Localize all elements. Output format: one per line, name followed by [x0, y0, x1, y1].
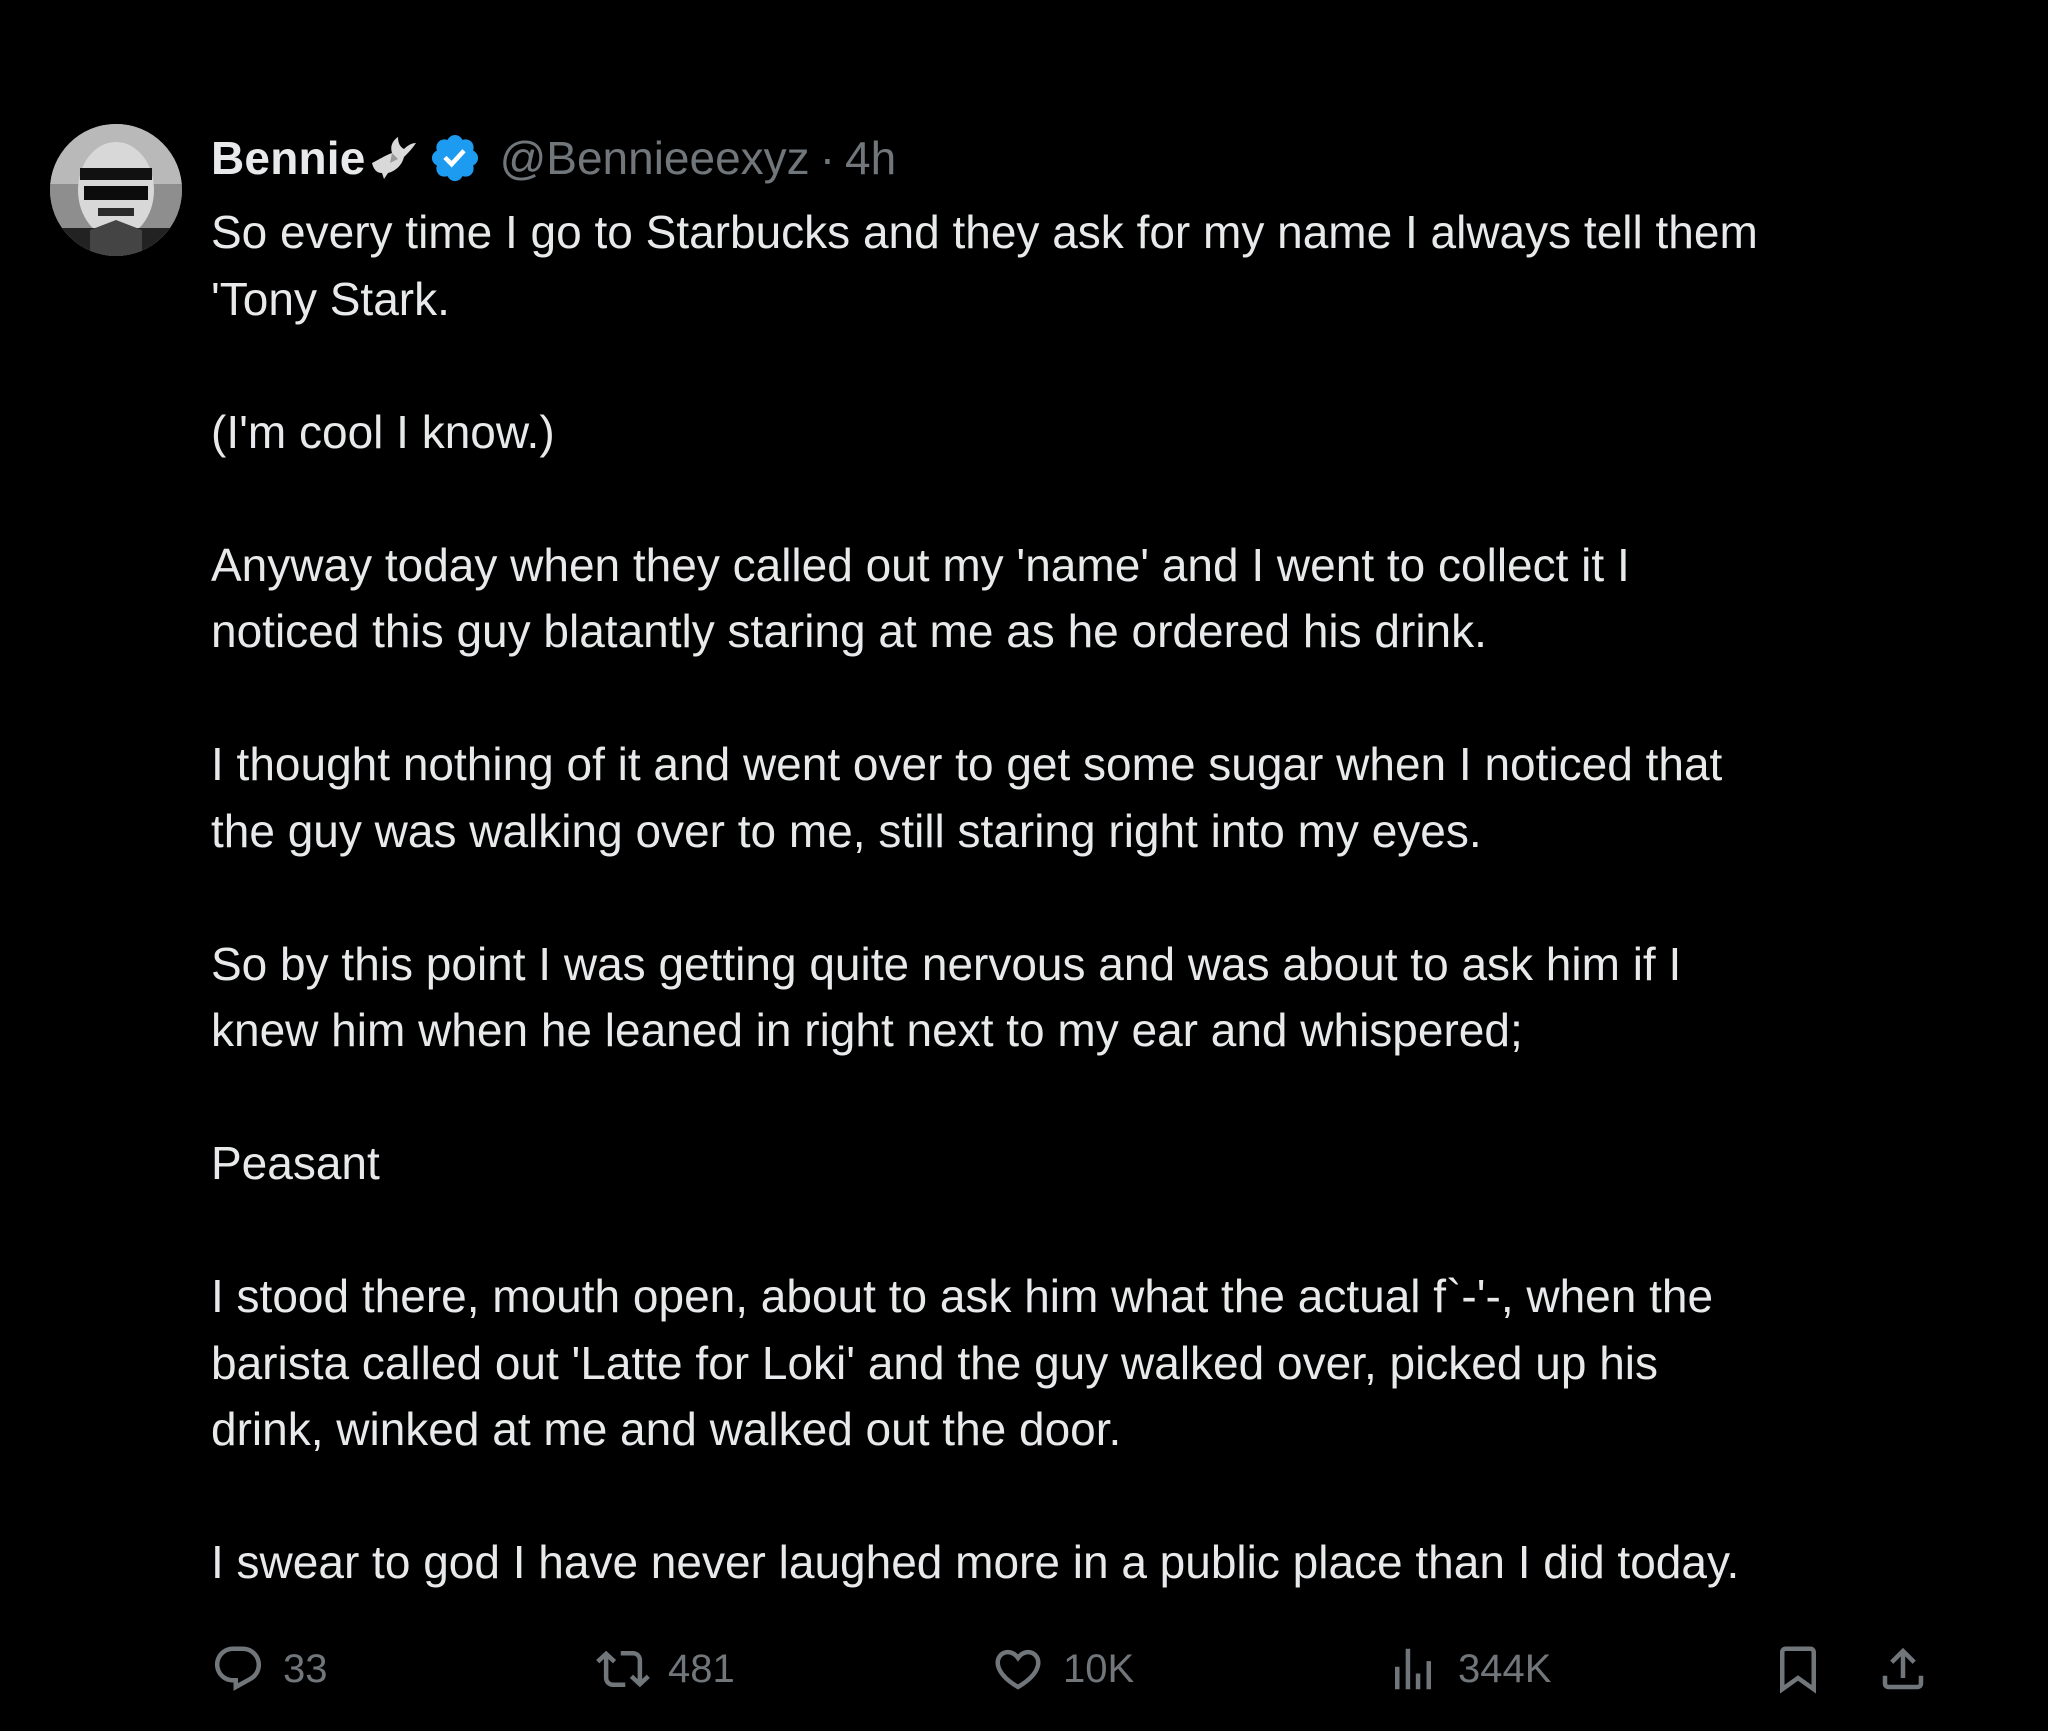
- avatar[interactable]: [50, 124, 182, 256]
- tweet-paragraph: Anyway today when they called out my 'na…: [211, 538, 1630, 658]
- like-button[interactable]: 10K: [991, 1637, 1134, 1701]
- display-name[interactable]: Bennie: [211, 131, 366, 185]
- repost-button[interactable]: 481: [596, 1637, 735, 1701]
- views-count: 344K: [1458, 1646, 1552, 1691]
- tweet-paragraph: Peasant: [211, 1137, 380, 1189]
- share-icon: [1882, 1647, 1924, 1690]
- separator-dot: ·: [819, 132, 836, 184]
- user-handle[interactable]: @Bennieeexyz: [500, 131, 810, 185]
- reply-icon: [214, 1646, 262, 1691]
- share-button[interactable]: [1876, 1637, 1930, 1701]
- bookmark-button[interactable]: [1771, 1637, 1825, 1701]
- tweet-paragraph: (I'm cool I know.): [211, 405, 555, 458]
- bookmark-icon: [1780, 1646, 1816, 1694]
- tweet-actions: 33 481 10K 344K: [211, 1637, 1931, 1701]
- dove-icon: [368, 133, 418, 183]
- reply-button[interactable]: 33: [211, 1637, 328, 1701]
- views-icon: [1395, 1648, 1431, 1690]
- tweet-paragraph: So by this point I was getting quite ner…: [211, 937, 1682, 1057]
- tweet-paragraph: I swear to god I have never laughed more…: [211, 1536, 1740, 1588]
- views-button[interactable]: 344K: [1386, 1637, 1551, 1701]
- repost-count: 481: [668, 1646, 735, 1691]
- tweet-paragraph: I stood there, mouth open, about to ask …: [211, 1270, 1714, 1455]
- verified-badge-icon: [428, 131, 482, 185]
- tweet-card: Bennie @Bennieeexyz · 4h So every time I…: [0, 0, 2048, 1731]
- tweet-paragraph: I thought nothing of it and went over to…: [211, 738, 1723, 857]
- heart-icon: [995, 1649, 1041, 1690]
- tweet-paragraph: So every time I go to Starbucks and they…: [211, 206, 1758, 325]
- tweet-header: Bennie @Bennieeexyz · 4h: [211, 126, 896, 190]
- timestamp[interactable]: 4h: [845, 131, 896, 185]
- tweet-text: So every time I go to Starbucks and they…: [211, 199, 1951, 1596]
- like-count: 10K: [1063, 1646, 1135, 1691]
- repost-icon: [596, 1650, 650, 1688]
- reply-count: 33: [283, 1646, 328, 1691]
- avatar-image: [50, 124, 182, 256]
